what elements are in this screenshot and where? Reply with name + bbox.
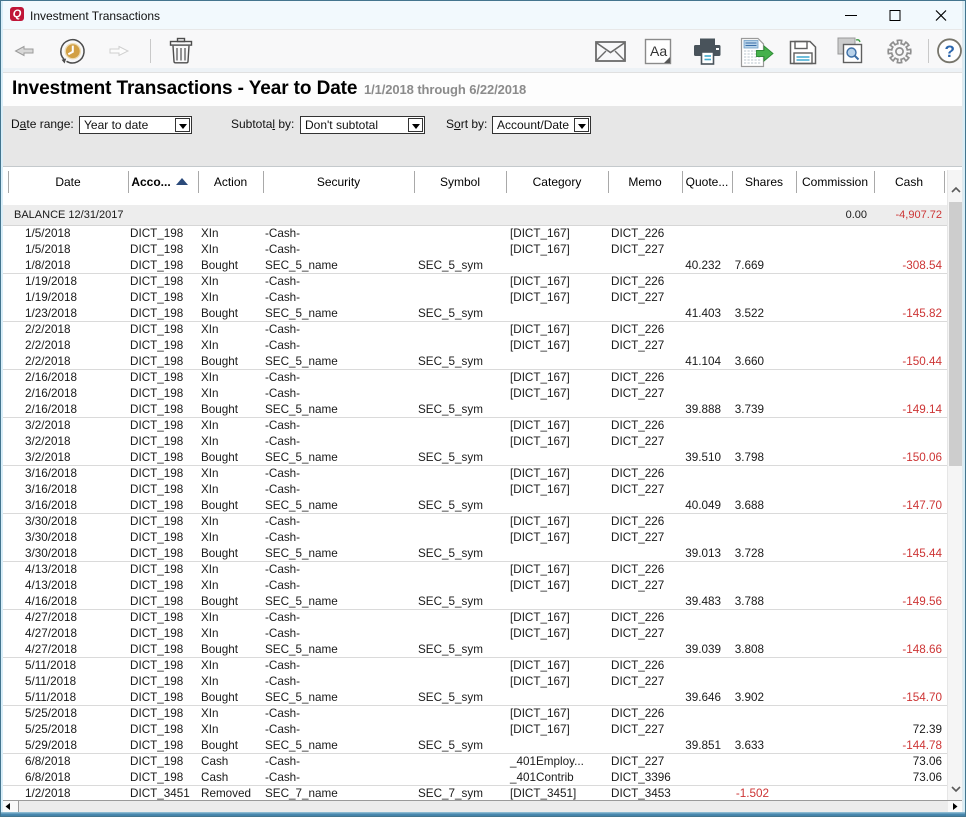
svg-text:Aa: Aa bbox=[650, 43, 667, 59]
svg-text:?: ? bbox=[945, 42, 955, 61]
